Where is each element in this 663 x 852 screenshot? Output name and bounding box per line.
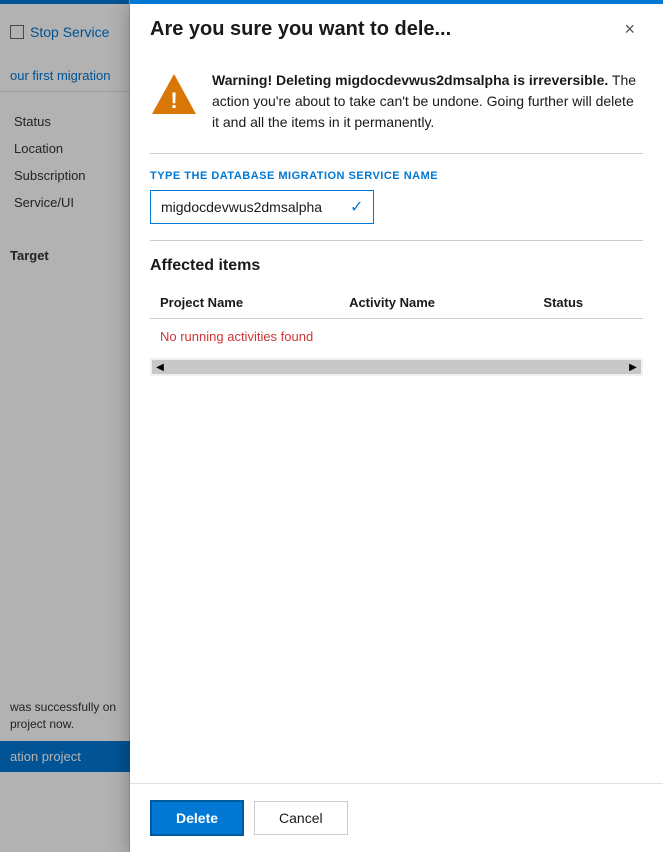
- warning-section: ! Warning! Deleting migdocdevwus2dmsalph…: [150, 70, 643, 133]
- affected-items-table: Project Name Activity Name Status No run…: [150, 287, 643, 354]
- svg-text:!: !: [170, 88, 177, 113]
- modal-header: Are you sure you want to dele... ×: [130, 0, 663, 54]
- type-instruction-label: TYPE THE DATABASE MIGRATION SERVICE NAME: [150, 170, 643, 182]
- delete-button[interactable]: Delete: [150, 800, 244, 836]
- warning-icon: !: [150, 70, 198, 118]
- modal-title: Are you sure you want to dele...: [150, 18, 451, 41]
- service-name-input-wrapper[interactable]: ✓: [150, 190, 374, 224]
- warning-bold-text: Warning! Deleting migdocdevwus2dmsalpha …: [212, 72, 608, 88]
- col-project-name: Project Name: [150, 287, 339, 319]
- cancel-button[interactable]: Cancel: [254, 801, 348, 835]
- col-status: Status: [533, 287, 643, 319]
- table-row: No running activities found: [150, 319, 643, 355]
- scroll-right-arrow[interactable]: ▶: [625, 360, 641, 374]
- modal-footer: Delete Cancel: [130, 783, 663, 852]
- no-activities-message: No running activities found: [150, 319, 643, 355]
- delete-confirmation-modal: Are you sure you want to dele... × ! War…: [130, 0, 663, 852]
- modal-body: ! Warning! Deleting migdocdevwus2dmsalph…: [130, 54, 663, 783]
- modal-close-button[interactable]: ×: [616, 16, 643, 42]
- divider-2: [150, 240, 643, 241]
- table-header-row: Project Name Activity Name Status: [150, 287, 643, 319]
- warning-text: Warning! Deleting migdocdevwus2dmsalpha …: [212, 70, 643, 133]
- col-activity-name: Activity Name: [339, 287, 533, 319]
- scrollbar-track[interactable]: [168, 360, 625, 374]
- divider-1: [150, 153, 643, 154]
- service-name-input[interactable]: [161, 199, 342, 215]
- affected-items-title: Affected items: [150, 257, 643, 275]
- scroll-left-arrow[interactable]: ◀: [152, 360, 168, 374]
- checkmark-icon: ✓: [350, 197, 363, 217]
- horizontal-scrollbar[interactable]: ◀ ▶: [150, 358, 643, 376]
